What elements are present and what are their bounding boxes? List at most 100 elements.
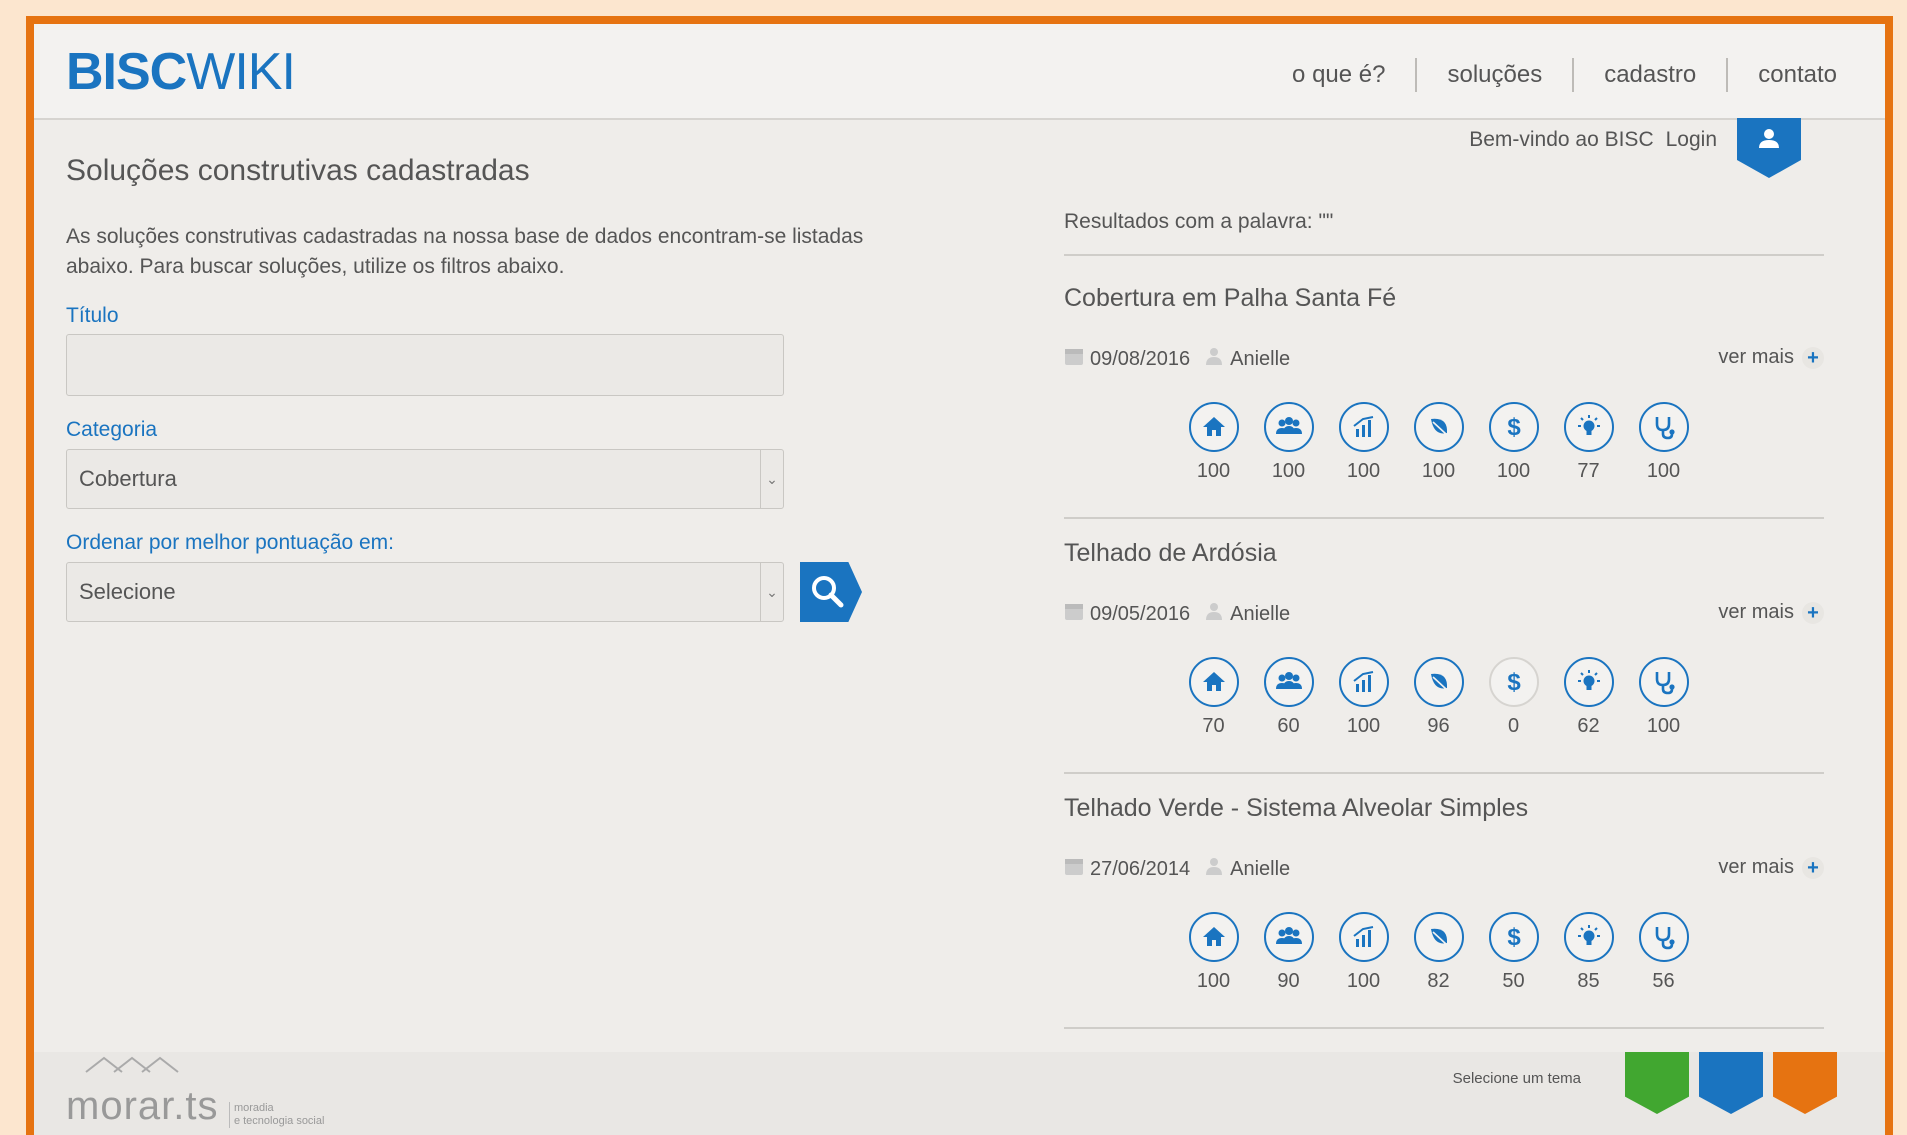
calendar-icon (1064, 601, 1084, 627)
logo-light: WIKI (186, 43, 296, 101)
ver-mais-link[interactable]: ver mais + (1718, 346, 1824, 369)
tagline-line-2: e tecnologia social (233, 1114, 325, 1127)
ver-mais-link[interactable]: ver mais + (1718, 856, 1824, 879)
score-value: 100 (1496, 460, 1531, 482)
result-title[interactable]: Cobertura em Palha Santa Fé (1064, 284, 1396, 313)
score-lightbulb: 77 (1551, 402, 1626, 483)
score-value: 0 (1507, 715, 1520, 737)
result-author: Anielle (1230, 857, 1291, 880)
lightbulb-icon (1563, 912, 1614, 962)
logo-bold: BISC (66, 43, 187, 101)
page-frame: BISCWIKI o que é? soluções cadastro cont… (26, 16, 1893, 1135)
order-label: Ordenar por melhor pontuação em: (66, 531, 395, 554)
score-value: 100 (1271, 460, 1306, 482)
result-title[interactable]: Telhado de Ardósia (1064, 539, 1277, 568)
order-select[interactable]: Selecione ⌄ (66, 562, 784, 622)
score-value: 90 (1277, 970, 1300, 992)
user-icon (1204, 601, 1224, 627)
people-icon (1263, 402, 1314, 452)
nav-solucoes[interactable]: soluções (1415, 58, 1572, 92)
user-button[interactable] (1737, 118, 1801, 178)
ver-mais-label: ver mais (1718, 346, 1794, 368)
dollar-icon: $ (1488, 402, 1539, 452)
score-value: 100 (1346, 460, 1381, 482)
score-value: 100 (1421, 460, 1456, 482)
dollar-icon: $ (1488, 657, 1539, 707)
svg-text:$: $ (1507, 924, 1521, 950)
score-value: 62 (1577, 715, 1600, 737)
plus-icon: + (1802, 856, 1824, 879)
chevron-down-icon: ⌄ (760, 450, 783, 508)
nav-o-que-e[interactable]: o que é? (1262, 58, 1415, 92)
result-author: Anielle (1230, 347, 1291, 370)
people-icon (1263, 912, 1314, 962)
score-value: 100 (1646, 715, 1681, 737)
result-meta: 27/06/2014 Anielle (1064, 856, 1290, 882)
svg-text:$: $ (1507, 414, 1521, 440)
intro-text: As soluções construtivas cadastradas na … (66, 225, 864, 278)
score-value: 60 (1277, 715, 1300, 737)
score-chart: 100 (1326, 912, 1401, 993)
home-icon (1188, 912, 1239, 962)
category-value: Cobertura (79, 466, 177, 491)
tagline-line-1: moradia (233, 1101, 274, 1114)
ver-mais-label: ver mais (1718, 601, 1794, 623)
result-scores: 100 90 100 82 $50 85 56 (1176, 912, 1701, 993)
nav-cadastro[interactable]: cadastro (1572, 58, 1726, 92)
theme-swatch-1[interactable] (1699, 1052, 1763, 1114)
score-people: 90 (1251, 912, 1326, 993)
welcome-bar: Bem-vindo ao BISC Login (1457, 128, 1717, 152)
lightbulb-icon (1563, 657, 1614, 707)
score-people: 100 (1251, 402, 1326, 483)
order-value: Selecione (79, 579, 176, 604)
nav-contato[interactable]: contato (1726, 58, 1837, 92)
score-value: 100 (1196, 460, 1231, 482)
result-author: Anielle (1230, 602, 1291, 625)
title-input[interactable] (66, 334, 784, 396)
score-stethoscope: 100 (1626, 657, 1701, 738)
search-button[interactable] (800, 562, 862, 622)
dollar-icon: $ (1488, 912, 1539, 962)
search-icon (812, 576, 844, 608)
category-select[interactable]: Cobertura ⌄ (66, 449, 784, 509)
svg-text:$: $ (1507, 669, 1521, 695)
login-link[interactable]: Login (1666, 128, 1717, 151)
results-heading: Resultados com a palavra: "" (1064, 210, 1824, 256)
people-icon (1263, 657, 1314, 707)
ver-mais-link[interactable]: ver mais + (1718, 601, 1824, 624)
ver-mais-label: ver mais (1718, 856, 1794, 878)
score-value: 96 (1427, 715, 1450, 737)
result-title[interactable]: Telhado Verde - Sistema Alveolar Simples (1064, 794, 1528, 823)
score-value: 70 (1202, 715, 1225, 737)
morar-logo: morar.ts moradia e tecnologia social (66, 1056, 325, 1129)
calendar-icon (1064, 346, 1084, 372)
score-lightbulb: 85 (1551, 912, 1626, 993)
result-scores: 100 100 100 100 $100 77 100 (1176, 402, 1701, 483)
score-value: 50 (1502, 970, 1525, 992)
score-value: 100 (1346, 970, 1381, 992)
score-chart: 100 (1326, 657, 1401, 738)
leaf-icon (1413, 402, 1464, 452)
score-value: 85 (1577, 970, 1600, 992)
logo[interactable]: BISCWIKI (66, 42, 296, 102)
main-nav: o que é? soluções cadastro contato (1262, 58, 1837, 92)
result-date: 09/08/2016 (1090, 347, 1191, 370)
score-stethoscope: 56 (1626, 912, 1701, 993)
welcome-text: Bem-vindo ao BISC (1469, 128, 1654, 151)
score-lightbulb: 62 (1551, 657, 1626, 738)
footer: morar.ts moradia e tecnologia social Sel… (34, 1052, 1885, 1135)
lightbulb-icon (1563, 402, 1614, 452)
leaf-icon (1413, 657, 1464, 707)
theme-label: Selecione um tema (1452, 1070, 1581, 1087)
user-icon (1204, 346, 1224, 372)
score-leaf: 82 (1401, 912, 1476, 993)
result-date: 27/06/2014 (1090, 857, 1191, 880)
theme-swatch-0[interactable] (1625, 1052, 1689, 1114)
plus-icon: + (1802, 601, 1824, 624)
home-icon (1188, 402, 1239, 452)
morar-name: morar.ts (66, 1084, 219, 1128)
theme-swatch-2[interactable] (1773, 1052, 1837, 1114)
user-icon (1204, 856, 1224, 882)
score-value: 56 (1652, 970, 1675, 992)
result-meta: 09/08/2016 Anielle (1064, 346, 1290, 372)
